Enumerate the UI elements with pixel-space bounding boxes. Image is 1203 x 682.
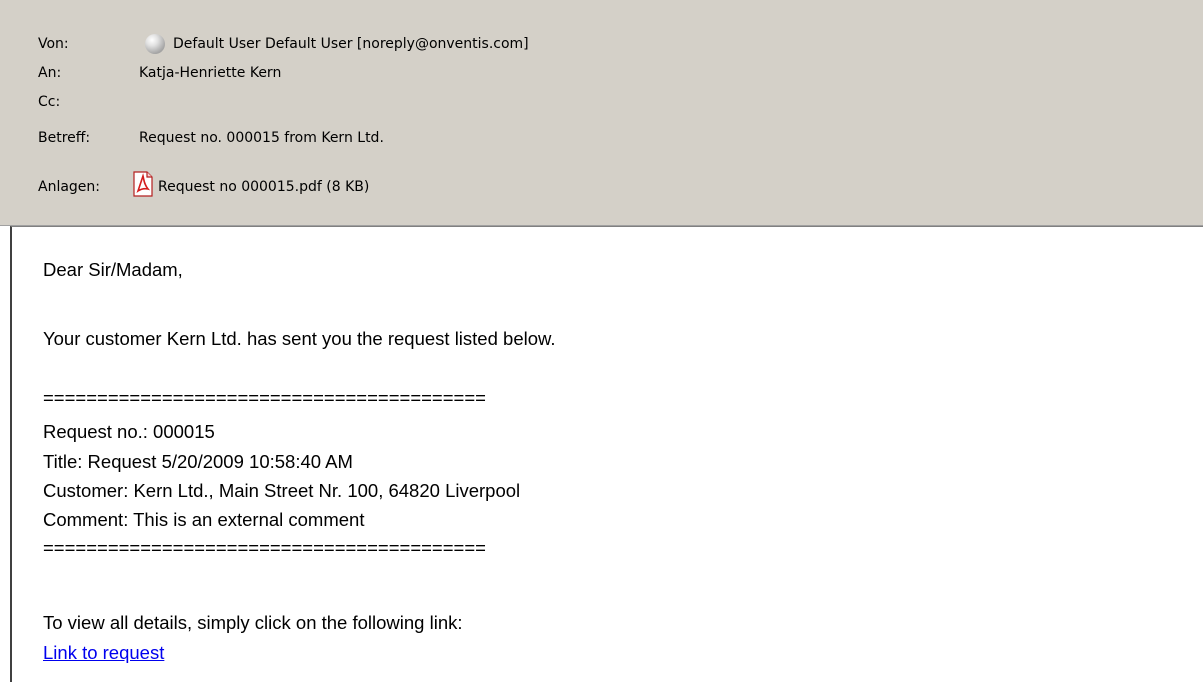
comment-line: Comment: This is an external comment [43, 509, 365, 530]
intro-line: Your customer Kern Ltd. has sent you the… [43, 328, 556, 349]
to-label: An: [38, 65, 62, 81]
subject-label: Betreff: [38, 130, 91, 146]
contact-status-icon [145, 34, 165, 54]
message-header: Von: Default User Default User [noreply@… [0, 0, 1203, 226]
attachment-filename[interactable]: Request no 000015.pdf (8 KB) [158, 176, 369, 198]
pdf-icon [133, 171, 153, 197]
view-details-line: To view all details, simply click on the… [43, 612, 463, 633]
separator-line: ========================================… [43, 387, 486, 408]
from-value-wrapper[interactable]: Default User Default User [noreply@onven… [139, 33, 529, 55]
subject-value: Request no. 000015 from Kern Ltd. [139, 130, 384, 146]
attachments-label: Anlagen: [38, 179, 101, 195]
separator-line: ========================================… [43, 537, 486, 558]
from-label: Von: [38, 36, 69, 52]
request-title-line: Title: Request 5/20/2009 10:58:40 AM [43, 451, 353, 472]
request-number-line: Request no.: 000015 [43, 421, 215, 442]
message-body: Dear Sir/Madam, Your customer Kern Ltd. … [10, 226, 1203, 682]
email-reading-pane: Von: Default User Default User [noreply@… [0, 0, 1203, 682]
request-link[interactable]: Link to request [43, 640, 164, 666]
cc-label: Cc: [38, 94, 61, 110]
to-value[interactable]: Katja-Henriette Kern [139, 62, 281, 84]
from-value[interactable]: Default User Default User [noreply@onven… [173, 33, 529, 55]
customer-line: Customer: Kern Ltd., Main Street Nr. 100… [43, 480, 521, 501]
attachment-item[interactable]: Request no 000015.pdf (8 KB) [131, 171, 369, 200]
greeting-line: Dear Sir/Madam, [43, 259, 183, 280]
